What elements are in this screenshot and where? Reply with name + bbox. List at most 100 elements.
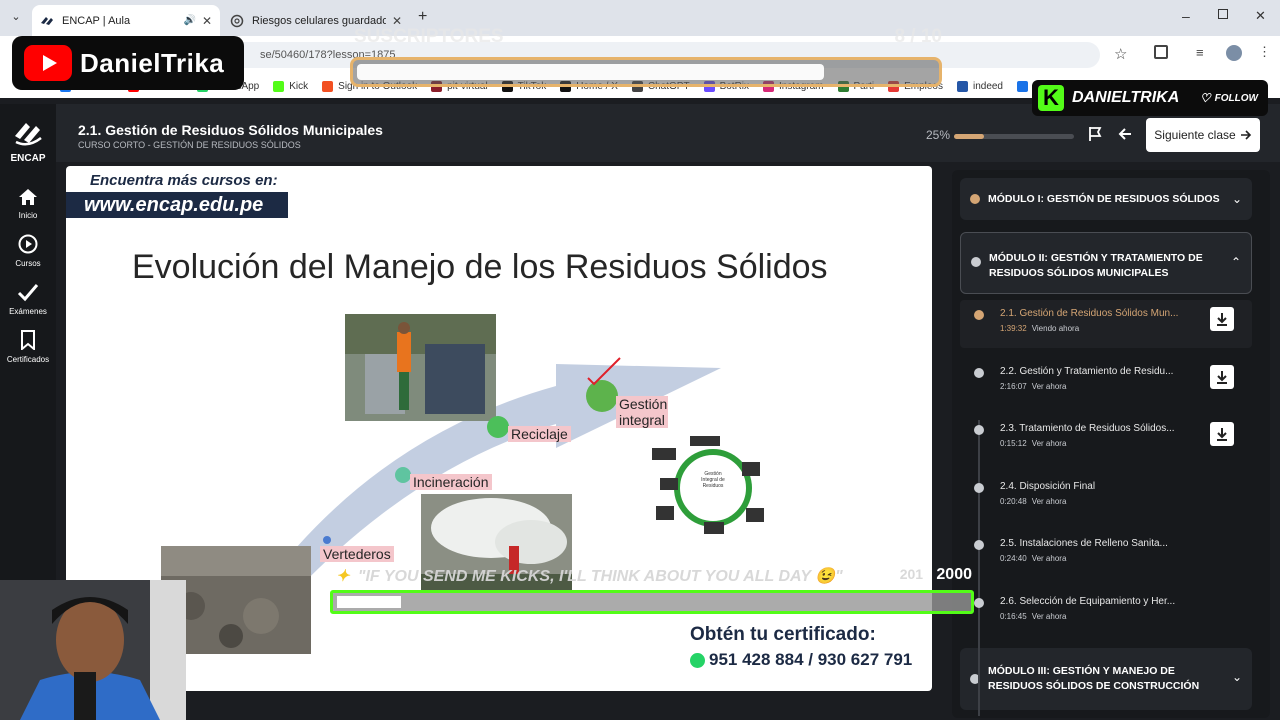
flag-icon[interactable] xyxy=(1082,120,1108,148)
arrow-left-icon xyxy=(1118,128,1131,140)
red-check-mark xyxy=(587,357,621,386)
subscriber-goal-bar xyxy=(350,57,942,87)
module-2[interactable]: MÓDULO II: GESTIÓN Y TRATAMIENTO DE RESI… xyxy=(960,232,1252,294)
stage-label-vertederos: Vertederos xyxy=(320,546,394,562)
lesson-meta: 0:20:48 Ver ahora xyxy=(1000,497,1066,506)
bookmark-item[interactable]: Kick xyxy=(273,80,309,92)
webcam-feed xyxy=(0,580,186,720)
close-tab-icon[interactable]: ✕ xyxy=(202,14,212,28)
download-button[interactable] xyxy=(1210,307,1234,331)
lesson-duration: 2:16:07 xyxy=(1000,381,1027,391)
check-icon xyxy=(17,284,39,302)
subscriber-goal-fill xyxy=(357,64,825,80)
extensions-icon[interactable] xyxy=(1154,45,1168,59)
minimize-icon[interactable]: – xyxy=(1182,8,1190,24)
recycling-worker-photo xyxy=(345,314,496,421)
lesson-item[interactable]: 2.6. Selección de Equipamiento y Her... 0… xyxy=(960,588,1252,636)
tab-encap[interactable]: ENCAP | Aula 🔊 ✕ xyxy=(32,5,220,36)
brand-logo[interactable]: ENCAP xyxy=(0,118,56,164)
tab-title: Riesgos celulares guardados xyxy=(252,14,386,27)
download-icon xyxy=(1217,428,1227,441)
module-title: MÓDULO III: GESTIÓN Y MANEJO DE RESIDUOS… xyxy=(988,665,1200,692)
download-button[interactable] xyxy=(1210,422,1234,446)
lesson-item[interactable]: 2.4. Disposición Final 0:20:48 Ver ahora xyxy=(960,473,1252,521)
lesson-meta: 0:15:12 Ver ahora xyxy=(1000,439,1066,448)
stage-label-incineracion: Incineración xyxy=(410,474,492,490)
course-subtitle: CURSO CORTO - GESTIÓN DE RESIDUOS SÓLIDO… xyxy=(78,140,301,150)
encap-logo-icon xyxy=(15,123,42,146)
download-icon xyxy=(1217,370,1227,384)
download-button[interactable] xyxy=(1210,364,1234,389)
nav-certificados[interactable]: Certificados xyxy=(0,330,56,364)
media-icon[interactable]: ≡ xyxy=(1196,45,1204,60)
encap-icon xyxy=(40,14,54,28)
module-1[interactable]: MÓDULO I: GESTIÓN DE RESIDUOS SÓLIDOS ⌄ xyxy=(960,178,1252,220)
chevron-up-icon: ⌃ xyxy=(1230,255,1241,269)
close-window-icon[interactable]: ✕ xyxy=(1255,8,1266,24)
kick-channel-name: DANIELTRIKA xyxy=(1072,89,1180,106)
kick-goal-fill xyxy=(337,596,401,608)
module-status-icon xyxy=(971,257,981,267)
nav-label: Certificados xyxy=(6,355,50,364)
kick-follow-badge: K DANIELTRIKA ♡ FOLLOW xyxy=(1032,80,1268,116)
lesson-title: 2.1. Gestión de Residuos Sólidos Mun... xyxy=(1000,308,1179,319)
lesson-item[interactable]: 2.5. Instalaciones de Relleno Sanita... 0… xyxy=(960,530,1252,578)
lesson-status: Ver ahora xyxy=(1031,611,1067,621)
tab-search-chevron-icon[interactable]: ⌄ xyxy=(8,10,24,26)
play-circle-icon xyxy=(18,234,38,254)
chevron-down-icon: ⌄ xyxy=(1231,192,1242,206)
lesson-duration: 0:20:48 xyxy=(1000,496,1027,506)
kick-goal-message: ✦ "IF YOU SEND ME KICKS, I'LL THINK ABOU… xyxy=(336,566,843,586)
next-lesson-button[interactable]: Siguiente clase xyxy=(1146,118,1260,152)
kick-goal-current: 201 xyxy=(899,566,924,582)
certificate-heading: Obtén tu certificado: xyxy=(690,624,876,645)
lesson-status: Ver ahora xyxy=(1031,381,1067,391)
lesson-status: Ver ahora xyxy=(1031,554,1067,563)
nav-label: Exámenes xyxy=(9,307,47,316)
bookmark-label: Kick xyxy=(289,80,309,92)
kick-goal-count: 201 / 2000 xyxy=(900,566,972,584)
phone-numbers: 951 428 884 / 930 627 791 xyxy=(709,650,913,669)
next-lesson-label: Siguiente clase xyxy=(1154,128,1236,142)
certificate-phones: 951 428 884 / 930 627 791 xyxy=(690,650,912,670)
lesson-status: Viendo ahora xyxy=(1031,324,1080,333)
lesson-title: 2.2. Gestión y Tratamiento de Residu... xyxy=(1000,365,1174,377)
subscriber-goal-count: 8 / 10 xyxy=(894,26,942,47)
lesson-status-icon xyxy=(974,540,984,550)
nav-label: Inicio xyxy=(18,211,38,220)
lesson-meta: 0:24:40 Ver ahora xyxy=(1000,554,1066,563)
restore-icon[interactable] xyxy=(1218,9,1228,19)
module-status-icon xyxy=(970,194,980,204)
star-icon[interactable]: ☆ xyxy=(1114,45,1127,63)
lesson-item[interactable]: 2.1. Gestión de Residuos Sólidos Mun... 1… xyxy=(960,300,1252,348)
arrow-right-icon xyxy=(1240,130,1251,140)
kick-goal-target: / 2000 xyxy=(927,566,972,583)
streamer-silhouette xyxy=(0,580,186,720)
profile-avatar[interactable] xyxy=(1226,45,1242,61)
nav-cursos[interactable]: Cursos xyxy=(0,234,56,268)
menu-icon[interactable]: ⋮ xyxy=(1258,44,1271,60)
progress-bar-fill xyxy=(954,134,984,139)
nav-examenes[interactable]: Exámenes xyxy=(0,282,56,316)
slide-title: Evolución del Manejo de los Residuos Sól… xyxy=(132,248,828,286)
download-icon xyxy=(1217,313,1227,326)
lesson-title: 2.5. Instalaciones de Relleno Sanita... xyxy=(1000,538,1168,549)
module-3[interactable]: MÓDULO III: GESTIÓN Y MANEJO DE RESIDUOS… xyxy=(960,648,1252,710)
progress-percent: 25% xyxy=(926,128,951,142)
previous-lesson-button[interactable] xyxy=(1112,120,1138,148)
lesson-duration: 1:39:32 xyxy=(1000,324,1027,333)
lesson-item[interactable]: 2.3. Tratamiento de Residuos Sólidos... 0… xyxy=(960,415,1252,463)
new-tab-button[interactable]: + xyxy=(418,8,427,26)
bookmark-item[interactable]: indeed xyxy=(956,80,1003,92)
module-title: MÓDULO II: GESTIÓN Y TRATAMIENTO DE RESI… xyxy=(989,252,1203,279)
lesson-meta: 2:16:07 Ver ahora xyxy=(1000,382,1066,391)
nav-inicio[interactable]: Inicio xyxy=(0,188,56,220)
youtube-channel-name: DanielTrika xyxy=(80,47,225,78)
speaker-icon[interactable]: 🔊 xyxy=(183,15,195,26)
bookmark-favicon-icon xyxy=(956,80,968,92)
sparkle-icon: ✦ xyxy=(336,568,350,585)
lesson-item[interactable]: 2.2. Gestión y Tratamiento de Residu... 2… xyxy=(960,358,1252,406)
lesson-meta: 1:39:32 Viendo ahora xyxy=(1000,324,1079,333)
lesson-status-icon xyxy=(974,310,984,320)
bookmark-favicon-icon xyxy=(1017,80,1028,92)
